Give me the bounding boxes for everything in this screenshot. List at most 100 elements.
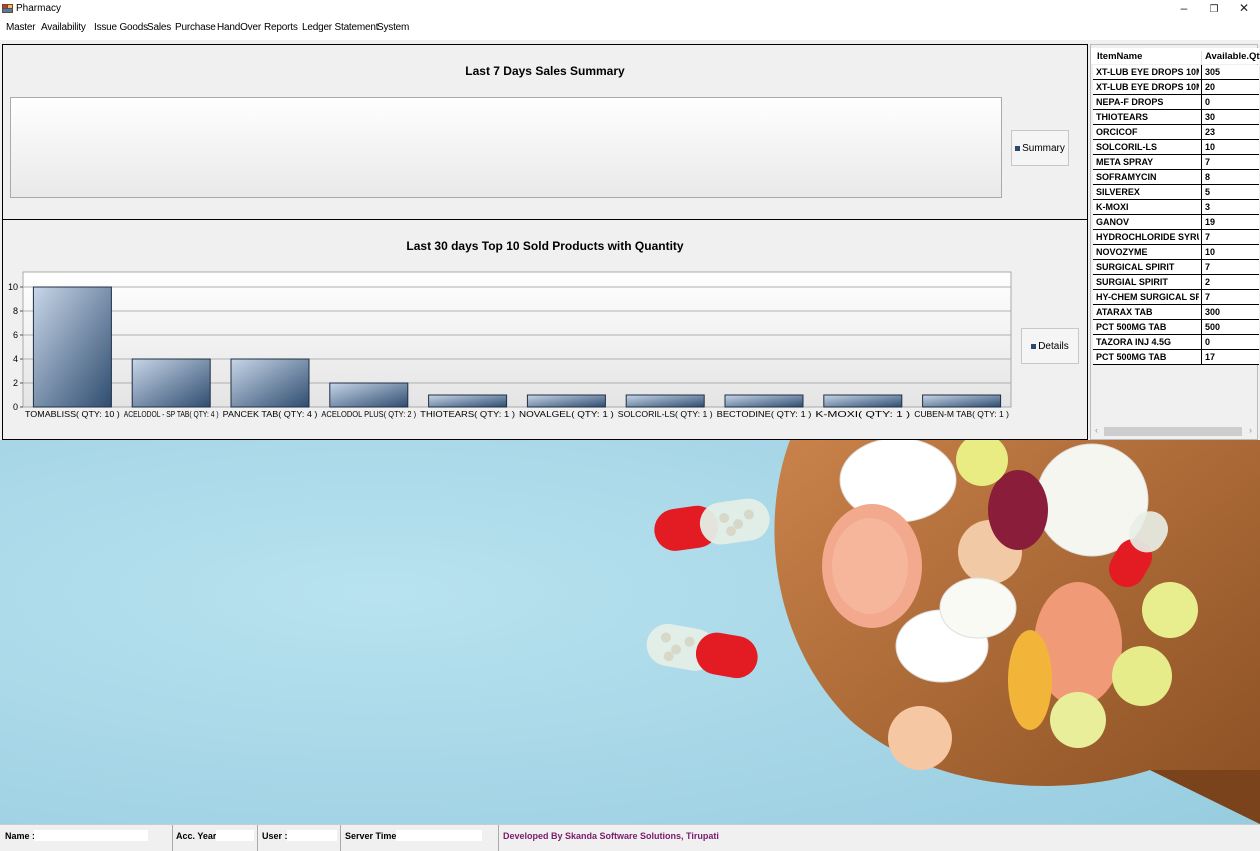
table-row[interactable]: SOLCORIL-LS 10: [1093, 140, 1259, 155]
menu-handover[interactable]: HandOver: [217, 22, 261, 33]
table-row[interactable]: PCT 500MG TAB 500: [1093, 320, 1259, 335]
item-name-cell: ORCICOF: [1096, 127, 1138, 137]
item-name-cell: XT-LUB EYE DROPS 10ML: [1096, 82, 1199, 92]
table-row[interactable]: XT-LUB EYE DROPS 10ML 305: [1093, 65, 1259, 80]
available-qty-cell: 10: [1205, 142, 1216, 152]
menu-master[interactable]: Master: [6, 22, 36, 33]
menu-purchase[interactable]: Purchase: [175, 22, 216, 33]
table-row[interactable]: TAZORA INJ 4.5G 0: [1093, 335, 1259, 350]
close-button[interactable]: ✕: [1228, 0, 1260, 18]
background-image: [0, 440, 1260, 824]
user-value: [287, 830, 337, 841]
item-name-cell: K-MOXI: [1096, 202, 1129, 212]
available-qty-cell: 7: [1205, 262, 1211, 272]
table-row[interactable]: HYDROCHLORIDE SYRUP 7: [1093, 230, 1259, 245]
y-tick-label: 2: [13, 378, 18, 388]
y-tick-label: 0: [13, 402, 18, 412]
minimize-icon: –: [1180, 1, 1188, 15]
x-tick-label: CUBEN-M TAB( QTY: 1 ): [914, 409, 1009, 419]
menu-ledger-statement[interactable]: Ledger Statement: [302, 22, 379, 33]
scroll-right-icon[interactable]: ›: [1249, 425, 1252, 435]
available-qty-cell: 7: [1205, 157, 1211, 167]
table-row[interactable]: PCT 500MG TAB 17: [1093, 350, 1259, 365]
bar: [131, 358, 211, 408]
bar: [428, 394, 508, 408]
y-tick-label: 8: [13, 306, 18, 316]
chart-icon: [1015, 145, 1021, 151]
window-title: Pharmacy: [16, 3, 62, 14]
y-tick-label: 10: [8, 282, 18, 292]
menu-sales[interactable]: Sales: [147, 22, 171, 33]
menu-reports[interactable]: Reports: [264, 22, 298, 33]
status-bar: Name : Acc. Year : User : Server Time : …: [0, 824, 1260, 851]
available-qty-cell: 300: [1205, 307, 1221, 317]
menu-system[interactable]: System: [377, 22, 409, 33]
item-name-cell: SILVEREX: [1096, 187, 1140, 197]
item-name-cell: NOVOZYME: [1096, 247, 1148, 257]
top-products-panel: Last 30 days Top 10 Sold Products with Q…: [2, 219, 1088, 440]
table-row[interactable]: ORCICOF 23: [1093, 125, 1259, 140]
minimize-button[interactable]: –: [1168, 0, 1200, 18]
column-header-item-name[interactable]: ItemName: [1097, 51, 1142, 62]
server-time-value: [396, 830, 482, 841]
scroll-thumb[interactable]: [1104, 427, 1242, 436]
available-qty-cell: 8: [1205, 172, 1211, 182]
summary-button[interactable]: Summary: [1011, 130, 1069, 166]
table-row[interactable]: K-MOXI 3: [1093, 200, 1259, 215]
available-qty-cell: 10: [1205, 247, 1216, 257]
item-name-cell: META SPRAY: [1096, 157, 1154, 167]
summary-button-label: Summary: [1022, 142, 1065, 154]
table-row[interactable]: NOVOZYME 10: [1093, 245, 1259, 260]
table-row[interactable]: SURGICAL SPIRIT 7: [1093, 260, 1259, 275]
pills-illustration: [0, 440, 1260, 824]
table-row[interactable]: GANOV 19: [1093, 215, 1259, 230]
table-row[interactable]: ATARAX TAB 300: [1093, 305, 1259, 320]
table-row[interactable]: THIOTEARS 30: [1093, 110, 1259, 125]
column-header-available-qty[interactable]: Available.Qty: [1205, 51, 1260, 62]
menu-availability[interactable]: Availability: [41, 22, 86, 33]
available-qty-cell: 17: [1205, 352, 1216, 362]
horizontal-scrollbar[interactable]: ‹ ›: [1092, 425, 1256, 438]
summary-title: Last 7 Days Sales Summary: [465, 64, 625, 78]
table-row[interactable]: NEPA-F DROPS 0: [1093, 95, 1259, 110]
available-qty-cell: 2: [1205, 277, 1211, 287]
available-qty-cell: 23: [1205, 127, 1216, 137]
available-qty-cell: 30: [1205, 112, 1216, 122]
grid-rows: XT-LUB EYE DROPS 10ML 305 XT-LUB EYE DROPS…: [1093, 65, 1259, 365]
user-label: User :: [262, 831, 288, 841]
details-button-label: Details: [1038, 340, 1069, 352]
item-name-cell: SOLCORIL-LS: [1096, 142, 1157, 152]
available-qty-cell: 305: [1205, 67, 1221, 77]
x-tick-label: TOMABLISS( QTY: 10 ): [25, 409, 120, 419]
app-icon: [2, 4, 13, 13]
restore-button[interactable]: ❐: [1198, 0, 1230, 18]
item-name-cell: PCT 500MG TAB: [1096, 352, 1167, 362]
bar: [625, 394, 705, 408]
item-name-cell: THIOTEARS: [1096, 112, 1149, 122]
item-name-cell: HYDROCHLORIDE SYRUP: [1096, 232, 1199, 242]
name-label: Name :: [5, 831, 36, 841]
table-row[interactable]: HY-CHEM SURGICAL SPIRIT 7: [1093, 290, 1259, 305]
item-name-cell: SURGIAL SPIRIT: [1096, 277, 1168, 287]
available-qty-cell: 0: [1205, 97, 1211, 107]
item-name-cell: SOFRAMYCIN: [1096, 172, 1157, 182]
available-qty-cell: 19: [1205, 217, 1216, 227]
scroll-left-icon[interactable]: ‹: [1095, 425, 1098, 435]
table-row[interactable]: SILVEREX 5: [1093, 185, 1259, 200]
acc-year-value: [216, 830, 254, 841]
stock-grid: ItemName Available.Qty XT-LUB EYE DROPS …: [1090, 44, 1260, 440]
table-row[interactable]: META SPRAY 7: [1093, 155, 1259, 170]
chart-icon: [1031, 343, 1037, 349]
menu-issue-goods[interactable]: Issue Goods: [94, 22, 148, 33]
item-name-cell: GANOV: [1096, 217, 1130, 227]
bar: [329, 382, 409, 408]
available-qty-cell: 7: [1205, 232, 1211, 242]
table-row[interactable]: SURGIAL SPIRIT 2: [1093, 275, 1259, 290]
x-tick-label: K-MOXI( QTY: 1 ): [815, 409, 910, 419]
developer-credit: Developed By Skanda Software Solutions, …: [503, 831, 719, 841]
details-button[interactable]: Details: [1021, 328, 1079, 364]
bar: [526, 394, 606, 408]
table-row[interactable]: XT-LUB EYE DROPS 10ML 20: [1093, 80, 1259, 95]
close-icon: ✕: [1238, 1, 1250, 15]
table-row[interactable]: SOFRAMYCIN 8: [1093, 170, 1259, 185]
